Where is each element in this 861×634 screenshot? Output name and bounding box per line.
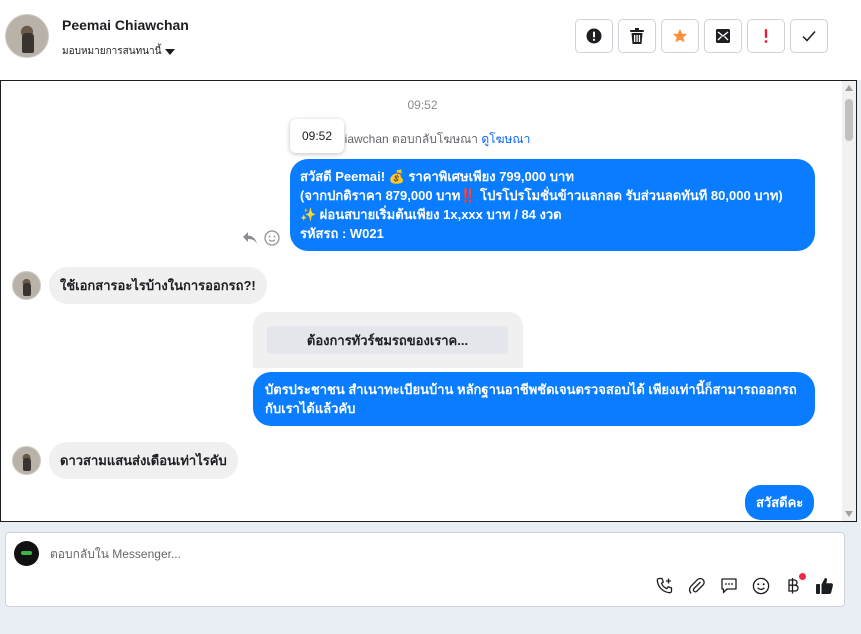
- composer-tools: [655, 573, 834, 595]
- scroll-down-arrow-icon[interactable]: [845, 511, 853, 517]
- assign-label: มอบหมายการสนทนานี้: [62, 46, 162, 57]
- incoming-message[interactable]: ดาวสามแสนส่งเดือนเท่าไรคับ: [49, 442, 238, 479]
- scroll-up-arrow-icon[interactable]: [845, 85, 853, 91]
- tour-request-button[interactable]: ต้องการทัวร์ชมรถของเราค...: [267, 326, 508, 354]
- message-line: รหัสรถ : W021: [300, 226, 384, 241]
- call-button[interactable]: [655, 576, 674, 595]
- incoming-message-row: ใช้เอกสารอะไรบ้างในการออกรถ?!: [12, 267, 267, 304]
- attach-button[interactable]: [687, 576, 706, 595]
- paperclip-icon: [688, 577, 705, 594]
- quick-reply-card: ต้องการทัวร์ชมรถของเราค...: [253, 312, 523, 368]
- thumbs-up-icon: [816, 577, 833, 594]
- smiley-icon: [752, 577, 769, 594]
- scroll-thumb[interactable]: [845, 99, 853, 141]
- phone-plus-icon: [656, 577, 672, 593]
- reply-composer: [5, 532, 845, 607]
- outgoing-message-ad[interactable]: สวัสดี Peemai! 💰 ราคาพิเศษเพียง 799,000 …: [290, 159, 815, 251]
- star-icon: [672, 28, 688, 43]
- like-button[interactable]: [815, 576, 834, 595]
- contact-avatar-small: [12, 271, 41, 300]
- move-to-inbox-button[interactable]: [704, 19, 742, 53]
- ad-reply-text: hiawchan ตอบกลับโฆษณา: [338, 132, 479, 146]
- assign-conversation-dropdown[interactable]: มอบหมายการสนทนานี้: [62, 44, 176, 59]
- message-line: (จากปกติราคา 879,000 บาท‼️ โปรโปรโมชั่นข…: [300, 188, 783, 203]
- follow-up-button[interactable]: [747, 19, 785, 53]
- star-button[interactable]: [661, 19, 699, 53]
- exclamation-icon: [764, 29, 768, 43]
- scrollbar[interactable]: [842, 81, 856, 521]
- mark-spam-button[interactable]: [575, 19, 613, 53]
- contact-avatar[interactable]: [5, 14, 49, 58]
- emoji-button[interactable]: [751, 576, 770, 595]
- header-actions: [575, 19, 828, 53]
- timestamp-tooltip: 09:52: [290, 119, 345, 153]
- reply-input[interactable]: [50, 547, 650, 561]
- view-ad-link[interactable]: ดูโฆษณา: [481, 132, 530, 146]
- notification-dot: [799, 573, 806, 580]
- envelope-icon: [716, 29, 730, 43]
- check-icon: [802, 31, 816, 42]
- payment-button[interactable]: [783, 573, 806, 595]
- delete-button[interactable]: [618, 19, 656, 53]
- incoming-message-row: ดาวสามแสนส่งเดือนเท่าไรคับ: [12, 442, 238, 479]
- time-separator: 09:52: [407, 98, 438, 112]
- caret-down-icon: [165, 48, 176, 55]
- chat-bubble-icon: [720, 577, 737, 593]
- outgoing-message[interactable]: สวัสดีคะ: [745, 485, 815, 520]
- alert-circle-icon: [586, 28, 602, 44]
- outgoing-message[interactable]: บัตรประชาชน สำเนาทะเบียนบ้าน หลักฐานอาชี…: [253, 372, 815, 426]
- incoming-message[interactable]: ใช้เอกสารอะไรบ้างในการออกรถ?!: [49, 267, 267, 304]
- trash-icon: [630, 28, 644, 44]
- contact-name[interactable]: Peemai Chiawchan: [62, 17, 189, 33]
- contact-avatar-small: [12, 446, 41, 475]
- mark-done-button[interactable]: [790, 19, 828, 53]
- inbox-conversation: Peemai Chiawchan มอบหมายการสนทนานี้ 09:5…: [0, 0, 861, 634]
- saved-replies-button[interactable]: [719, 576, 738, 595]
- baht-icon: [787, 577, 799, 593]
- reply-icon[interactable]: [242, 230, 258, 246]
- ad-reply-notice: hiawchan ตอบกลับโฆษณา ดูโฆษณา: [338, 130, 530, 149]
- page-avatar: [14, 541, 39, 566]
- emoji-react-icon[interactable]: [264, 230, 280, 246]
- message-thread[interactable]: 09:52 hiawchan ตอบกลับโฆษณา ดูโฆษณา 09:5…: [0, 80, 857, 522]
- message-line: สวัสดี Peemai! 💰 ราคาพิเศษเพียง 799,000 …: [300, 169, 574, 184]
- conversation-header: Peemai Chiawchan มอบหมายการสนทนานี้: [0, 0, 861, 80]
- message-line: ✨ ผ่อนสบายเริ่มต้นเพียง 1x,xxx บาท / 84 …: [300, 207, 562, 222]
